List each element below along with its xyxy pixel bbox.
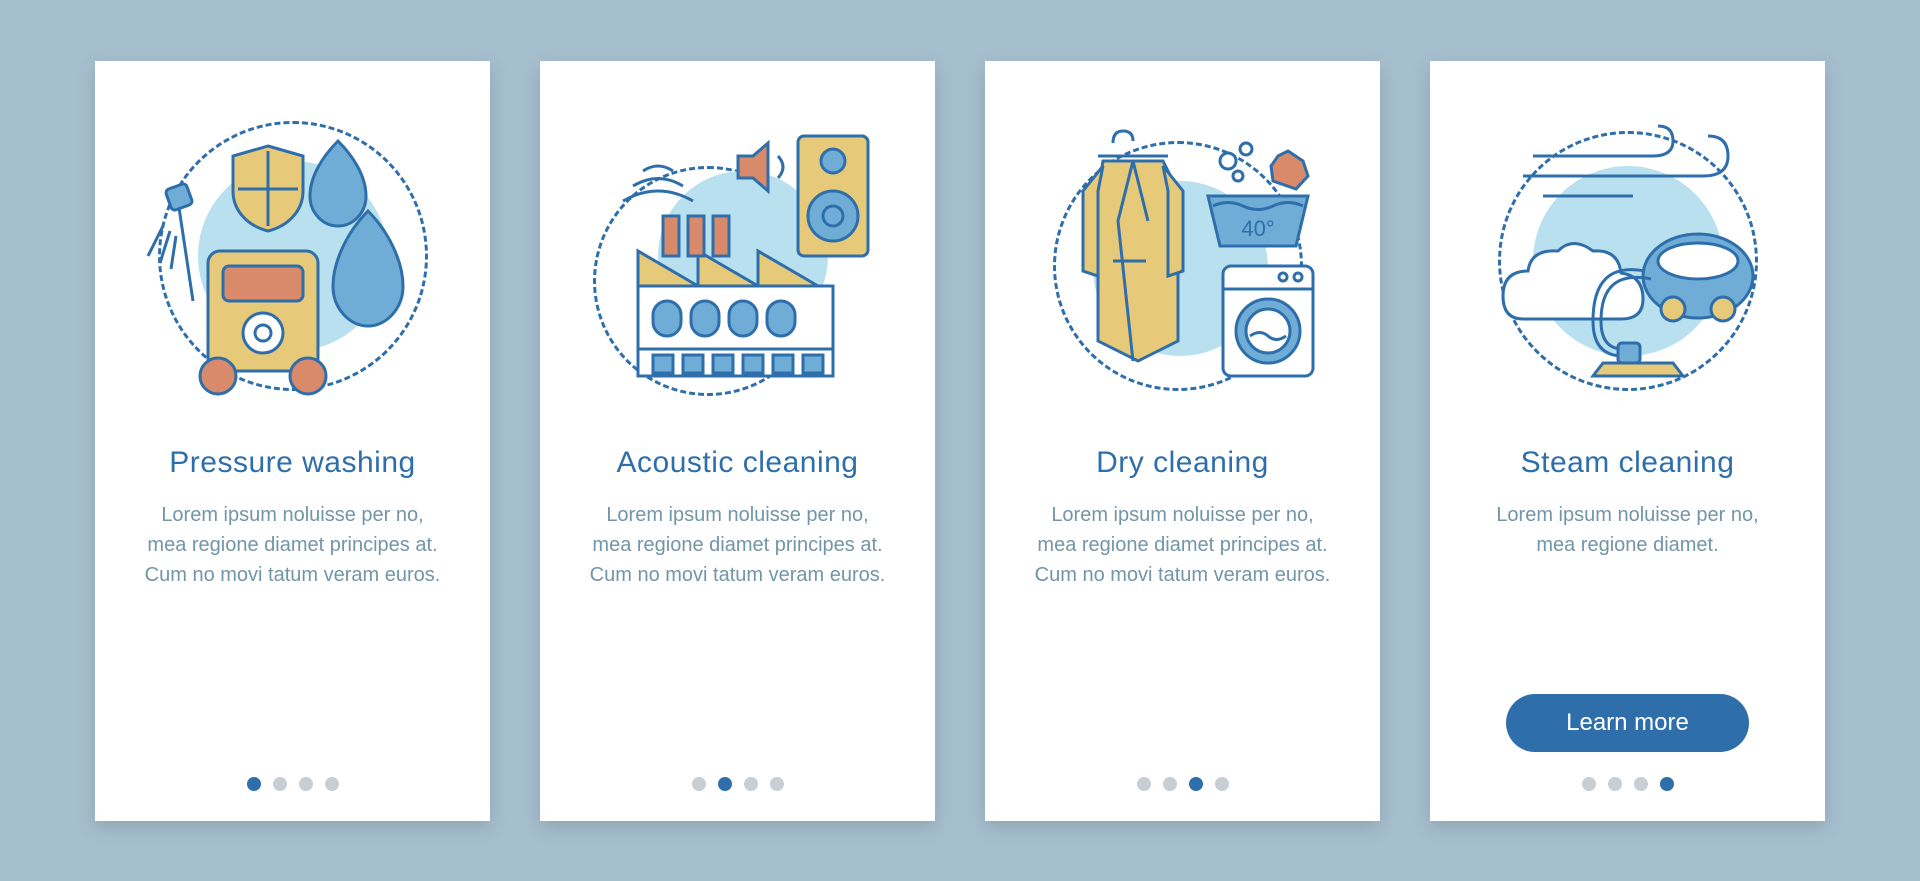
- dot-0[interactable]: [1582, 777, 1596, 791]
- card-title: Dry cleaning: [1096, 446, 1269, 480]
- steam-cleaning-icon: [1473, 101, 1783, 411]
- card-steam-cleaning: Steam cleaning Lorem ipsum noluisse per …: [1430, 61, 1825, 821]
- dot-1[interactable]: [273, 777, 287, 791]
- onboarding-cards: Pressure washing Lorem ipsum noluisse pe…: [55, 21, 1865, 861]
- card-pressure-washing: Pressure washing Lorem ipsum noluisse pe…: [95, 61, 490, 821]
- dot-1[interactable]: [1163, 777, 1177, 791]
- dry-cleaning-icon: 40°: [1028, 101, 1338, 411]
- dot-2[interactable]: [744, 777, 758, 791]
- page-dots: [1582, 777, 1674, 791]
- pressure-washing-icon: [138, 101, 448, 411]
- card-body: Lorem ipsum noluisse per no, mea regione…: [135, 500, 450, 777]
- dot-1[interactable]: [718, 777, 732, 791]
- dot-1[interactable]: [1608, 777, 1622, 791]
- card-acoustic-cleaning: Acoustic cleaning Lorem ipsum noluisse p…: [540, 61, 935, 821]
- page-dots: [1137, 777, 1229, 791]
- dot-3[interactable]: [770, 777, 784, 791]
- card-body: Lorem ipsum noluisse per no, mea regione…: [580, 500, 895, 777]
- dot-3[interactable]: [1215, 777, 1229, 791]
- dot-3[interactable]: [1660, 777, 1674, 791]
- dot-0[interactable]: [692, 777, 706, 791]
- dot-2[interactable]: [1189, 777, 1203, 791]
- dot-2[interactable]: [1634, 777, 1648, 791]
- dot-2[interactable]: [299, 777, 313, 791]
- card-body: Lorem ipsum noluisse per no, mea regione…: [1470, 500, 1785, 679]
- card-title: Steam cleaning: [1521, 446, 1735, 480]
- acoustic-cleaning-icon: [583, 101, 893, 411]
- page-dots: [247, 777, 339, 791]
- dot-0[interactable]: [247, 777, 261, 791]
- card-dry-cleaning: 40° Dry cleaning Lorem ipsum noluisse pe…: [985, 61, 1380, 821]
- temp-label: 40°: [1241, 216, 1274, 241]
- learn-more-button[interactable]: Learn more: [1506, 694, 1749, 752]
- card-title: Pressure washing: [169, 446, 415, 480]
- dot-3[interactable]: [325, 777, 339, 791]
- card-body: Lorem ipsum noluisse per no, mea regione…: [1025, 500, 1340, 777]
- page-dots: [692, 777, 784, 791]
- card-title: Acoustic cleaning: [617, 446, 859, 480]
- dot-0[interactable]: [1137, 777, 1151, 791]
